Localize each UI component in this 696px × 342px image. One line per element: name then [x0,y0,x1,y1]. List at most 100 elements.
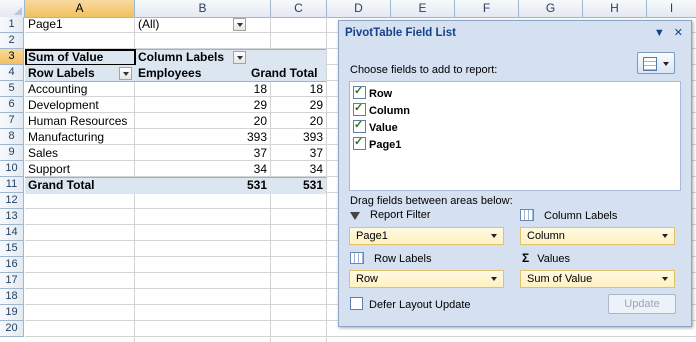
close-icon[interactable]: ✕ [674,27,683,39]
row-header[interactable]: 3 [0,49,24,65]
row-header[interactable]: 9 [0,145,24,161]
row-header[interactable]: 7 [0,113,24,129]
field-name: Column [369,105,410,117]
row-label[interactable]: Accounting [28,82,87,97]
row-header[interactable]: 18 [0,289,24,305]
column-header-b[interactable]: B [135,0,271,17]
row-labels-dropdown[interactable] [119,67,132,80]
row-labels-field-box[interactable]: Row [349,270,504,288]
update-button[interactable]: Update [608,294,676,314]
grand-total-value[interactable]: 29 [271,98,326,113]
employees-header[interactable]: Employees [138,66,201,81]
grand-total-value[interactable]: 18 [271,82,326,97]
employees-value[interactable]: 393 [135,130,270,145]
field-item-column[interactable]: Column [353,101,410,118]
row-label[interactable]: Support [28,162,70,177]
defer-layout-update[interactable]: Defer Layout Update [350,297,471,311]
values-field: Sum of Value [527,273,593,285]
row-header[interactable]: 17 [0,273,24,289]
row-label[interactable]: Manufacturing [28,130,104,145]
row-labels-icon [350,252,364,264]
grand-total-value[interactable]: 37 [271,146,326,161]
row-labels-header[interactable]: Row Labels [28,66,95,81]
row-label[interactable]: Development [28,98,99,113]
report-filter-field: Page1 [356,230,388,242]
checkbox-checked-icon[interactable] [353,84,366,99]
column-labels-field-box[interactable]: Column [520,227,675,245]
filter-dropdown-button[interactable] [233,18,246,31]
field-list-layout-button[interactable] [637,52,675,74]
active-cell-outline [25,49,136,66]
column-labels-header[interactable]: Column Labels [138,50,224,65]
row-header[interactable]: 4 [0,65,24,81]
filter-field-value[interactable]: (All) [138,17,159,32]
row-header[interactable]: 14 [0,225,24,241]
row-headers: 1 2 3 4 5 6 7 8 9 10 11 12 13 14 15 16 1… [0,17,24,337]
chevron-down-icon [663,62,669,66]
column-header-i[interactable]: I [647,0,696,17]
field-item-value[interactable]: Value [353,118,398,135]
report-filter-area-label: Report Filter [350,209,431,221]
row-label[interactable]: Human Resources [28,114,127,129]
row-header[interactable]: 10 [0,161,24,177]
column-labels-dropdown[interactable] [233,51,246,64]
grand-total-row-label[interactable]: Grand Total [28,178,94,193]
grand-total-value[interactable]: 20 [271,114,326,129]
column-header-f[interactable]: F [455,0,519,17]
row-header[interactable]: 16 [0,257,24,273]
values-field-box[interactable]: Sum of Value [520,270,675,288]
checkbox-checked-icon[interactable] [353,101,366,116]
row-label[interactable]: Sales [28,146,58,161]
grand-total-value[interactable]: 34 [271,162,326,177]
column-header-h[interactable]: H [583,0,647,17]
row-header[interactable]: 13 [0,209,24,225]
pane-title: PivotTable Field List [345,27,456,39]
column-header-e[interactable]: E [391,0,455,17]
employees-value[interactable]: 18 [135,82,270,97]
pane-menu-icon[interactable]: ▼ [654,27,665,39]
grand-total-header[interactable]: Grand Total [251,66,317,81]
row-header[interactable]: 6 [0,97,24,113]
row-header[interactable]: 11 [0,177,24,193]
row-header[interactable]: 12 [0,193,24,209]
grand-total-overall[interactable]: 531 [271,178,326,193]
field-name: Page1 [369,139,402,151]
row-header[interactable]: 2 [0,33,24,49]
checkbox-checked-icon[interactable] [353,135,366,150]
filter-icon [350,212,360,220]
column-header-d[interactable]: D [327,0,391,17]
select-all-corner[interactable] [0,0,25,17]
column-header-c[interactable]: C [271,0,327,17]
row-header[interactable]: 8 [0,129,24,145]
row-header[interactable]: 19 [0,305,24,321]
grand-total-employees[interactable]: 531 [135,178,270,193]
grand-total-value[interactable]: 393 [271,130,326,145]
chevron-down-icon[interactable] [491,277,497,281]
row-header[interactable]: 1 [0,17,24,33]
chevron-down-icon[interactable] [491,234,497,238]
field-item-row[interactable]: Row [353,84,393,101]
column-labels-area-label: Column Labels [520,209,617,222]
column-header-g[interactable]: G [519,0,583,17]
row-header[interactable]: 5 [0,81,24,97]
chevron-down-icon[interactable] [662,234,668,238]
filter-field-label[interactable]: Page1 [28,17,63,32]
checkbox-checked-icon[interactable] [353,118,366,133]
column-labels-field: Column [527,230,565,242]
employees-value[interactable]: 20 [135,114,270,129]
values-area-label: Σ Values [522,251,570,265]
row-labels-area-label: Row Labels [350,252,431,265]
checkbox-unchecked-icon[interactable] [350,297,363,310]
chevron-down-icon[interactable] [662,277,668,281]
employees-value[interactable]: 29 [135,98,270,113]
row-labels-label: Row Labels [374,253,432,265]
field-item-page1[interactable]: Page1 [353,135,402,152]
employees-value[interactable]: 37 [135,146,270,161]
field-name: Row [369,88,393,100]
row-header[interactable]: 15 [0,241,24,257]
column-labels-icon [520,209,534,221]
employees-value[interactable]: 34 [135,162,270,177]
column-header-a[interactable]: A [25,0,135,17]
row-header[interactable]: 20 [0,321,24,337]
report-filter-field-box[interactable]: Page1 [349,227,504,245]
